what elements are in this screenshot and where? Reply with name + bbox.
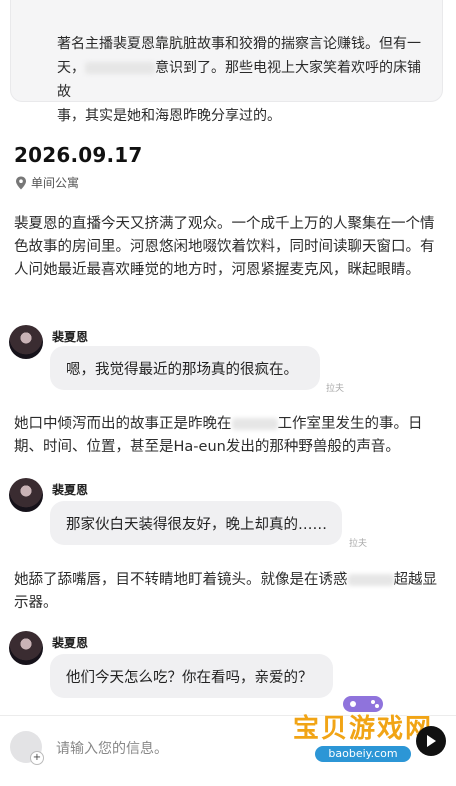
- send-button[interactable]: [416, 726, 446, 756]
- paragraph-3-start: 她舔了舔嘴唇，目不转睛地盯着镜头。就像是在诱惑: [14, 572, 348, 588]
- add-icon[interactable]: +: [30, 751, 44, 765]
- narrative-paragraph-3: 她舔了舔嘴唇，目不转睛地盯着镜头。就像是在诱惑 超越显示器。: [14, 569, 442, 615]
- avatar[interactable]: [9, 478, 43, 512]
- entry-date: 2026.09.17: [14, 143, 143, 167]
- sender-name: 裴夏恩: [52, 330, 89, 344]
- redacted-name: [85, 62, 155, 74]
- user-avatar-icon[interactable]: +: [10, 731, 44, 765]
- summary-line-2: 天， 意识到了。那些电视上大家笑着欢呼的床铺故: [57, 56, 428, 104]
- entry-location: 单间公寓: [15, 174, 79, 191]
- paragraph-2-start: 她口中倾泻而出的故事正是昨晚在: [14, 416, 232, 432]
- watermark-url: baobeiy.com: [315, 746, 411, 762]
- redacted-name: [231, 418, 278, 430]
- summary-line-1: 著名主播裴夏恩靠肮脏故事和狡猾的揣察言论赚钱。但有一: [57, 36, 421, 52]
- narrative-paragraph-1: 裴夏恩的直播今天又挤满了观众。一个成千上万的人聚集在一个情色故事的房间里。河恩悠…: [14, 216, 435, 278]
- message-bubble[interactable]: 嗯，我觉得最近的那场真的很疯在。: [50, 346, 320, 390]
- story-summary-card: 著名主播裴夏恩靠肮脏故事和狡猾的揣察言论赚钱。但有一 天， 意识到了。那些电视上大…: [10, 0, 443, 124]
- location-pin-icon: [16, 176, 26, 189]
- sender-name: 裴夏恩: [52, 483, 89, 497]
- redacted-name: [347, 574, 394, 586]
- location-label: 单间公寓: [31, 176, 80, 190]
- message-bubble[interactable]: 那家伙白天装得很友好，晚上却真的……: [50, 501, 342, 545]
- summary-line-3: 事，其实是她和海恩昨晚分享过的。: [57, 108, 281, 124]
- message-tag: 拉夫: [326, 384, 345, 394]
- send-icon: [427, 735, 436, 747]
- sender-name: 裴夏恩: [52, 636, 89, 650]
- narrative-paragraph-2: 她口中倾泻而出的故事正是昨晚在 工作室里发生的事。日期、时间、位置，甚至是Ha-e…: [14, 413, 442, 459]
- avatar[interactable]: [9, 325, 43, 359]
- summary-line-2-start: 天，: [57, 60, 85, 76]
- message-tag: 拉夫: [349, 539, 368, 549]
- avatar[interactable]: [9, 631, 43, 665]
